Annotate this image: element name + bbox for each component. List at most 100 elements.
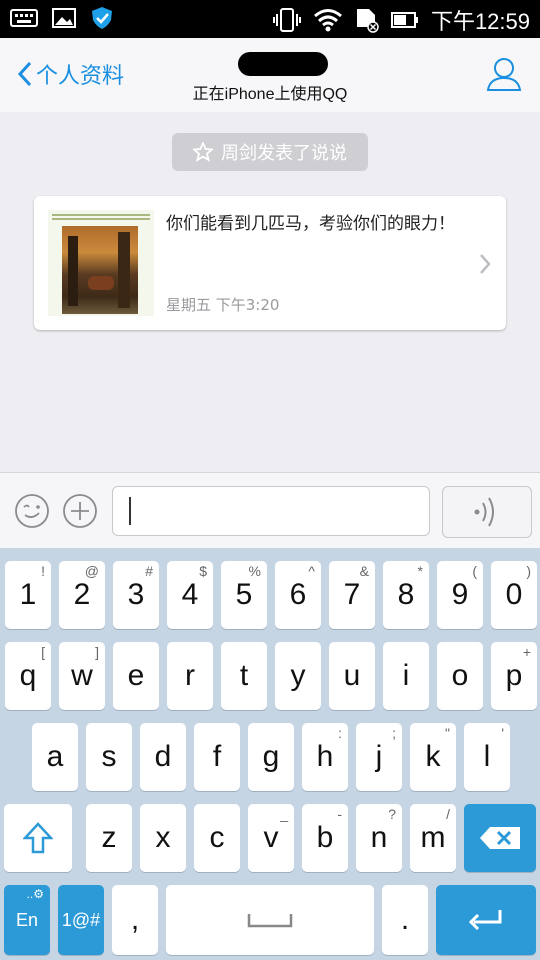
key-label: g <box>262 740 280 773</box>
profile-icon[interactable] <box>486 56 522 92</box>
key-secondary-label: # <box>145 563 153 579</box>
key-label: a <box>46 740 64 773</box>
key-label: l <box>483 740 491 773</box>
number-key-1[interactable]: 1! <box>5 561 51 629</box>
key-label: 2 <box>73 578 91 611</box>
letter-key-s[interactable]: s <box>86 723 132 791</box>
number-key-6[interactable]: 6 ^ <box>275 561 321 629</box>
key-label: 9 <box>451 578 469 611</box>
enter-key[interactable] <box>436 885 536 955</box>
key-label: t <box>239 659 249 692</box>
letter-key-h[interactable]: h: <box>302 723 348 791</box>
letter-key-p[interactable]: p + <box>491 642 537 710</box>
enter-icon <box>468 910 502 931</box>
letter-key-c[interactable]: c <box>194 804 240 872</box>
voice-button[interactable] <box>442 486 532 538</box>
key-secondary-label: + <box>522 644 531 660</box>
soft-keyboard: 1! 2 @3 #4 $5% 6 ^ 7 & 8 * 9(0) q[w] e r t y u i o p + a s d f g h:… <box>0 548 540 960</box>
key-secondary-label: ^ <box>308 563 315 579</box>
letter-key-z[interactable]: z <box>86 804 132 872</box>
language-key-label: En <box>15 909 39 930</box>
period-key[interactable]: . <box>382 885 428 955</box>
key-label: i <box>402 659 410 692</box>
letter-key-e[interactable]: e <box>113 642 159 710</box>
letter-key-q[interactable]: q[ <box>5 642 51 710</box>
key-secondary-label: ! <box>41 563 45 579</box>
letter-key-d[interactable]: d <box>140 723 186 791</box>
letter-key-y[interactable]: y <box>275 642 321 710</box>
number-key-7[interactable]: 7 & <box>329 561 375 629</box>
emoji-icon[interactable] <box>14 493 50 529</box>
key-label: 3 <box>127 578 145 611</box>
post-thumbnail <box>48 210 154 316</box>
letter-key-w[interactable]: w] <box>59 642 105 710</box>
key-label: 7 <box>343 578 361 611</box>
language-key[interactable]: ..⚙ En <box>4 885 50 955</box>
shift-key[interactable] <box>4 804 72 872</box>
key-label: k <box>425 740 441 773</box>
clock: 下午12:59 <box>430 9 530 34</box>
chat-area: 周剑发表了说说 你们能看到几匹马，考验你们的眼力！ 星期五 下午3:20 <box>0 112 540 472</box>
key-label: b <box>316 821 334 854</box>
letter-key-a[interactable]: a <box>32 723 78 791</box>
comma-key[interactable]: , <box>112 885 158 955</box>
key-label: r <box>185 659 195 692</box>
redacted-name <box>238 52 328 76</box>
key-secondary-label: $ <box>199 563 207 579</box>
letter-key-r[interactable]: r <box>167 642 213 710</box>
letter-key-x[interactable]: x <box>140 804 186 872</box>
letter-key-k[interactable]: k " <box>410 723 456 791</box>
settings-dots-icon: ..⚙ <box>26 887 44 901</box>
letter-key-b[interactable]: b- <box>302 804 348 872</box>
post-time: 星期五 下午3:20 <box>166 296 280 314</box>
number-key-8[interactable]: 8 * <box>383 561 429 629</box>
shuoshuo-card[interactable]: 你们能看到几匹马，考验你们的眼力！ 星期五 下午3:20 <box>34 196 506 330</box>
key-label: 5 <box>235 578 253 611</box>
vibrate-icon <box>272 8 301 32</box>
key-secondary-label: * <box>417 563 423 579</box>
wifi-icon <box>313 9 342 32</box>
text-caret <box>129 497 131 525</box>
number-key-5[interactable]: 5% <box>221 561 267 629</box>
letter-key-o[interactable]: o <box>437 642 483 710</box>
page-subtitle: 正在iPhone上使用QQ <box>192 86 348 103</box>
chevron-right-icon <box>480 254 491 274</box>
letter-key-m[interactable]: m / <box>410 804 456 872</box>
key-label: n <box>370 821 388 854</box>
letter-key-i[interactable]: i <box>383 642 429 710</box>
backspace-icon <box>480 827 520 849</box>
letter-key-v[interactable]: v _ <box>248 804 294 872</box>
key-label: p <box>505 659 523 692</box>
number-key-0[interactable]: 0) <box>491 561 537 629</box>
key-secondary-label: ] <box>95 644 99 660</box>
key-label: 4 <box>181 578 199 611</box>
letter-key-u[interactable]: u <box>329 642 375 710</box>
feed-notice[interactable]: 周剑发表了说说 <box>172 133 368 171</box>
key-secondary-label: ( <box>472 563 477 579</box>
number-key-3[interactable]: 3 # <box>113 561 159 629</box>
key-label: 6 <box>289 578 307 611</box>
gallery-icon <box>52 8 76 28</box>
backspace-key[interactable] <box>464 804 536 872</box>
letter-key-f[interactable]: f <box>194 723 240 791</box>
key-secondary-label: @ <box>84 563 99 579</box>
status-bar: 下午12:59 <box>0 0 540 38</box>
letter-key-n[interactable]: n? <box>356 804 402 872</box>
symbol-key[interactable]: 1@# <box>58 885 104 955</box>
key-label: 8 <box>397 578 415 611</box>
number-key-2[interactable]: 2 @ <box>59 561 105 629</box>
key-secondary-label: _ <box>280 806 288 822</box>
letter-key-j[interactable]: j; <box>356 723 402 791</box>
letter-key-g[interactable]: g <box>248 723 294 791</box>
number-key-9[interactable]: 9( <box>437 561 483 629</box>
star-icon <box>193 142 213 162</box>
letter-key-t[interactable]: t <box>221 642 267 710</box>
shift-arrow-icon <box>23 822 53 854</box>
number-key-4[interactable]: 4 $ <box>167 561 213 629</box>
letter-key-l[interactable]: l ' <box>464 723 510 791</box>
plus-icon[interactable] <box>62 493 98 529</box>
key-label: q <box>19 659 37 692</box>
space-key[interactable] <box>166 885 374 955</box>
key-secondary-label: ' <box>501 725 504 741</box>
message-input[interactable] <box>112 486 430 536</box>
